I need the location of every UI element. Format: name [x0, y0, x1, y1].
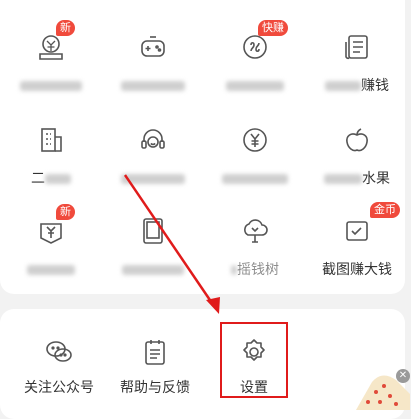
grid-item-label: 摇钱树 — [231, 261, 279, 279]
gamepad-icon — [136, 30, 170, 64]
grid-item-cash[interactable] — [204, 123, 306, 203]
grid-item-label — [121, 170, 185, 188]
headset-icon — [136, 123, 170, 157]
badge-new: 新 — [56, 20, 75, 36]
grid-item-label — [121, 77, 185, 95]
clipboard-icon — [138, 335, 172, 369]
coin-link-icon: 快赚 — [238, 20, 288, 64]
news-icon — [340, 30, 374, 64]
grid-item-label — [27, 261, 75, 279]
grid-item-headset[interactable] — [102, 123, 204, 203]
grid-item-label: 水果 — [324, 170, 390, 188]
badge-new: 新 — [56, 204, 75, 220]
cloud-icon — [238, 214, 272, 248]
yuan-circle-icon — [238, 123, 272, 157]
grid-item-voucher[interactable]: 新 — [0, 20, 102, 110]
grid-item-cash-card[interactable]: 新 — [0, 204, 102, 294]
grid-item-screenshot-earn[interactable]: 金币 截图赚大钱 — [306, 202, 408, 294]
grid-item-label: 二 — [31, 170, 71, 188]
screenshot-icon: 金币 — [340, 202, 400, 248]
grid-item-tablet[interactable] — [102, 214, 204, 294]
grid-item-label — [20, 77, 82, 95]
grid-item-label — [226, 77, 284, 95]
grid-item-money-tree[interactable]: 摇钱树 — [204, 214, 306, 294]
grid-item-secondhand[interactable]: 二 — [0, 123, 102, 203]
building-icon — [34, 123, 68, 157]
close-icon[interactable]: ✕ — [396, 369, 410, 383]
help-feedback-button[interactable]: 帮助与反馈 — [104, 335, 206, 415]
grid-item-games[interactable] — [102, 30, 204, 110]
follow-official-account-label: 关注公众号 — [24, 380, 94, 396]
grid-item-label: 赚钱 — [325, 77, 389, 95]
badge-coin: 金币 — [370, 202, 400, 218]
fruit-icon — [340, 123, 374, 157]
follow-official-account-button[interactable]: 关注公众号 — [8, 335, 110, 415]
grid-item-label: 截图赚大钱 — [322, 262, 392, 278]
grid-item-news-earn[interactable]: 赚钱 — [306, 30, 408, 110]
grid-item-label — [222, 170, 288, 188]
tablet-icon — [136, 214, 170, 248]
grid-item-label — [122, 261, 184, 279]
yuan-card-icon: 新 — [34, 204, 75, 248]
grid-item-fruit[interactable]: 水果 — [306, 123, 408, 203]
annotation-highlight-box — [220, 322, 288, 398]
help-feedback-label: 帮助与反馈 — [120, 380, 190, 396]
badge-quick-earn: 快赚 — [258, 20, 288, 36]
wechat-icon — [42, 335, 76, 369]
voucher-icon: 新 — [34, 20, 75, 64]
grid-item-quick-earn[interactable]: 快赚 — [204, 20, 306, 110]
